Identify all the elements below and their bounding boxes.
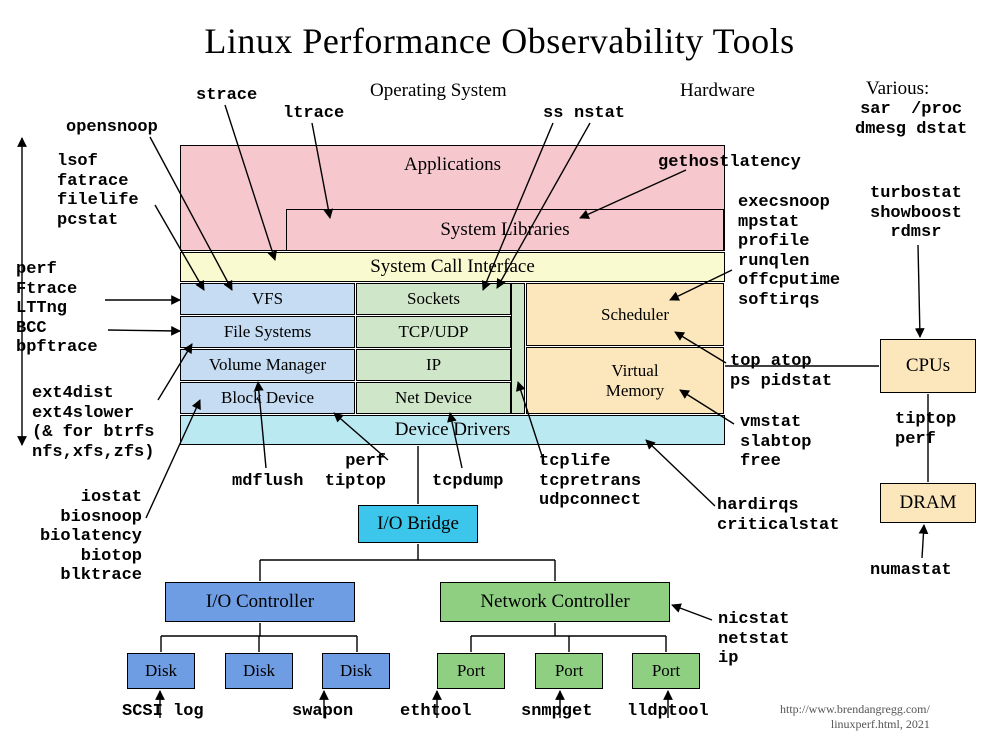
tool-opensnoop: opensnoop [66,118,158,138]
label-scheduler: Scheduler [601,305,669,325]
box-disk-3: Disk [322,653,390,689]
tool-execsnoop-group: execsnoop mpstat profile runqlen offcput… [738,193,840,310]
label-device-drivers: Device Drivers [395,419,511,441]
box-vfs: VFS [180,283,355,315]
tool-turbostat-group: turbostat showboost rdmsr [870,184,962,243]
label-io-controller: I/O Controller [206,591,314,613]
tool-tiptop-perf: tiptop perf [895,410,956,449]
label-disk-1: Disk [145,661,177,681]
label-disk-2: Disk [243,661,275,681]
tool-ss: ss [543,104,563,124]
label-vfs: VFS [252,289,283,309]
label-dram: DRAM [899,492,956,514]
label-cpus: CPUs [906,355,950,377]
box-disk-1: Disk [127,653,195,689]
tool-scsi-log: SCSI log [122,702,204,722]
box-net-device: Net Device [356,382,511,414]
footer-credit: http://www.brendangregg.com/ linuxperf.h… [780,702,930,732]
tool-hardirqs-group: hardirqs criticalstat [717,496,839,535]
box-port-1: Port [437,653,505,689]
tool-ext4-group: ext4dist ext4slower (& for btrfs nfs,xfs… [32,384,154,462]
header-hardware: Hardware [680,80,755,102]
label-ip: IP [426,355,441,375]
tool-ethtool: ethtool [400,702,471,722]
box-network-controller: Network Controller [440,582,670,622]
label-net-device: Net Device [395,388,472,408]
label-network-controller: Network Controller [480,591,629,613]
tool-iostat-group: iostat biosnoop biolatency biotop blktra… [32,488,142,586]
tool-swapon: swapon [292,702,353,722]
tool-mdflush: mdflush [232,472,303,492]
label-file-systems: File Systems [224,322,311,342]
box-io-controller: I/O Controller [165,582,355,622]
tool-snmpget: snmpget [521,702,592,722]
label-sockets: Sockets [407,289,460,309]
box-syscall-interface: System Call Interface [180,252,725,282]
various-tools: sar /proc dmesg dstat [855,100,967,139]
label-virtual-memory: Virtual Memory [606,361,665,401]
label-port-2: Port [555,661,583,681]
header-various: Various: [866,78,929,100]
tool-perf-group: perf Ftrace LTTng BCC bpftrace [16,260,98,358]
tool-lsof-group: lsof fatrace filelife pcstat [57,152,139,230]
page-title: Linux Performance Observability Tools [0,20,999,62]
tool-perf-tiptop: perf tiptop [320,452,386,491]
tool-lldptool: lldptool [627,702,709,722]
tool-top-group: top atop ps pidstat [730,352,832,391]
tool-ltrace: ltrace [283,104,344,124]
tool-gethostlatency: gethostlatency [658,153,801,173]
tool-nstat: nstat [574,104,625,124]
label-tcp-udp: TCP/UDP [399,322,469,342]
tool-strace: strace [196,86,257,106]
label-port-3: Port [652,661,680,681]
box-dram: DRAM [880,483,976,523]
tool-vmstat-group: vmstat slabtop free [740,413,811,472]
box-file-systems: File Systems [180,316,355,348]
box-volume-manager: Volume Manager [180,349,355,381]
label-system-libraries: System Libraries [440,219,569,241]
box-io-bridge: I/O Bridge [358,505,478,543]
header-os: Operating System [370,80,507,102]
label-syscall-interface: System Call Interface [370,256,535,278]
tool-numastat: numastat [870,561,952,581]
box-system-libraries: System Libraries [286,209,724,251]
tool-tcplife-group: tcplife tcpretrans udpconnect [539,452,641,511]
box-block-device: Block Device [180,382,355,414]
label-disk-3: Disk [340,661,372,681]
label-port-1: Port [457,661,485,681]
box-green-strip [511,283,525,414]
label-block-device: Block Device [221,388,314,408]
box-sockets: Sockets [356,283,511,315]
box-virtual-memory: Virtual Memory [526,347,724,414]
tool-tcpdump: tcpdump [432,472,503,492]
box-tcp-udp: TCP/UDP [356,316,511,348]
box-disk-2: Disk [225,653,293,689]
box-cpus: CPUs [880,339,976,393]
label-applications: Applications [404,154,501,176]
box-port-3: Port [632,653,700,689]
box-device-drivers: Device Drivers [180,415,725,445]
box-port-2: Port [535,653,603,689]
label-io-bridge: I/O Bridge [377,513,459,535]
tool-nicstat-group: nicstat netstat ip [718,610,789,669]
label-volume-manager: Volume Manager [209,355,326,375]
box-ip: IP [356,349,511,381]
box-scheduler: Scheduler [526,283,724,346]
